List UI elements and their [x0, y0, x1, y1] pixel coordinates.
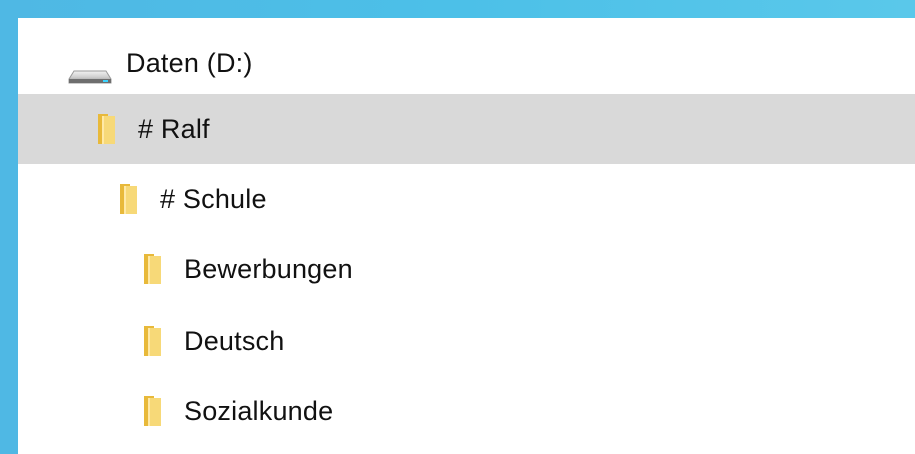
folder-icon [144, 326, 162, 356]
tree-item-schule[interactable]: # Schule [18, 164, 915, 234]
folder-icon [144, 254, 162, 284]
tree-item-deutsch[interactable]: Deutsch [18, 306, 915, 376]
folder-icon [120, 184, 138, 214]
tree-item-label: # Schule [160, 183, 267, 214]
tree-item-label: Sozialkunde [184, 395, 334, 426]
tree-item-label: Bewerbungen [184, 253, 353, 284]
tree-item-label: # Ralf [138, 113, 210, 144]
navigation-tree-panel: Daten (D:) # Ralf # Schule Bewerbungen D… [18, 18, 915, 454]
folder-icon [144, 396, 162, 426]
tree-item-ralf[interactable]: # Ralf [18, 94, 915, 164]
tree-item-drive-d[interactable]: Daten (D:) [18, 28, 915, 98]
tree-item-label: Deutsch [184, 325, 285, 356]
tree-item-label: Daten (D:) [126, 47, 253, 78]
tree-item-bewerbungen[interactable]: Bewerbungen [18, 234, 915, 304]
folder-icon [98, 114, 116, 144]
tree-item-sozialkunde[interactable]: Sozialkunde [18, 376, 915, 446]
drive-icon [68, 60, 112, 84]
